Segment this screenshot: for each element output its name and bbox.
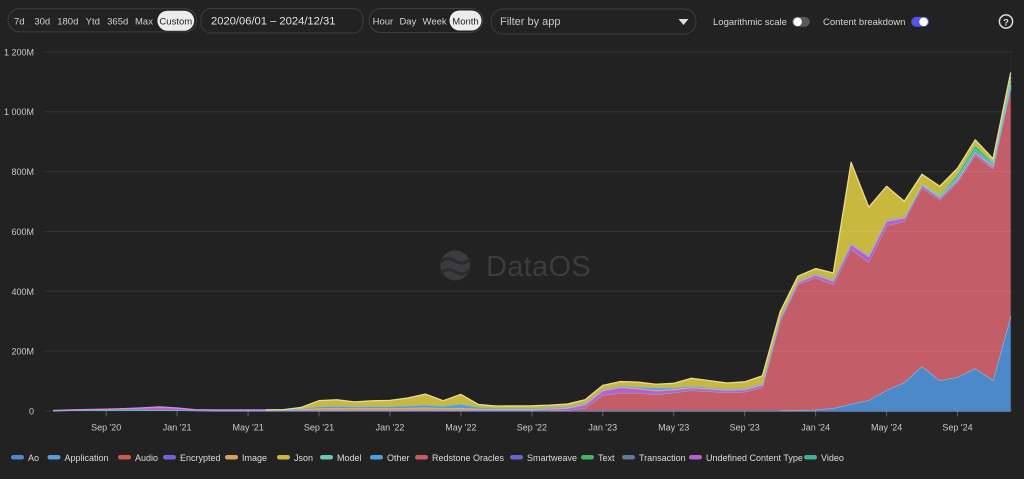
- svg-text:Day: Day: [399, 17, 416, 28]
- svg-text:Json: Json: [294, 453, 313, 463]
- svg-text:Logarithmic scale: Logarithmic scale: [713, 17, 787, 28]
- svg-text:200M: 200M: [11, 347, 34, 357]
- svg-text:Other: Other: [387, 453, 410, 463]
- svg-text:Model: Model: [337, 453, 362, 463]
- svg-text:1 200M: 1 200M: [4, 47, 34, 57]
- svg-text:Ytd: Ytd: [86, 17, 100, 28]
- svg-text:Jan '22: Jan '22: [376, 423, 405, 433]
- svg-text:180d: 180d: [57, 17, 78, 28]
- svg-text:Sep '24: Sep '24: [942, 423, 972, 433]
- svg-text:Hour: Hour: [373, 17, 394, 28]
- svg-text:Custom: Custom: [159, 16, 192, 27]
- svg-text:Video: Video: [821, 453, 844, 463]
- svg-text:May '21: May '21: [232, 423, 263, 433]
- svg-text:365d: 365d: [107, 17, 128, 28]
- svg-text:2020/06/01 – 2024/12/31: 2020/06/01 – 2024/12/31: [211, 16, 335, 28]
- svg-text:Jan '21: Jan '21: [163, 423, 192, 433]
- svg-text:1 000M: 1 000M: [4, 107, 34, 117]
- svg-text:Sep '23: Sep '23: [730, 423, 760, 433]
- svg-text:Sep '21: Sep '21: [304, 423, 334, 433]
- svg-text:Month: Month: [452, 16, 478, 27]
- svg-text:May '22: May '22: [445, 423, 476, 433]
- svg-text:0: 0: [29, 407, 34, 417]
- svg-text:Encrypted: Encrypted: [180, 453, 221, 463]
- svg-text:Content breakdown: Content breakdown: [823, 17, 905, 28]
- svg-text:Smartweave: Smartweave: [527, 453, 577, 463]
- svg-text:Sep '22: Sep '22: [517, 423, 547, 433]
- svg-text:7d: 7d: [14, 17, 25, 28]
- svg-text:Image: Image: [242, 453, 267, 463]
- svg-text:Week: Week: [423, 17, 447, 28]
- svg-text:Audio: Audio: [135, 453, 158, 463]
- svg-text:May '24: May '24: [871, 423, 902, 433]
- svg-text:DataOS: DataOS: [486, 251, 591, 283]
- svg-text:600M: 600M: [11, 227, 34, 237]
- svg-text:Sep '20: Sep '20: [91, 423, 121, 433]
- svg-text:Redstone Oracles: Redstone Oracles: [432, 453, 505, 463]
- svg-text:Undefined Content Type: Undefined Content Type: [706, 453, 803, 463]
- svg-text:Transaction: Transaction: [639, 453, 686, 463]
- svg-text:Filter by app: Filter by app: [500, 16, 561, 28]
- svg-text:30d: 30d: [34, 17, 50, 28]
- svg-text:Ao: Ao: [28, 453, 39, 463]
- svg-text:800M: 800M: [11, 167, 34, 177]
- svg-text:Application: Application: [65, 453, 109, 463]
- svg-text:?: ?: [1003, 17, 1009, 28]
- svg-text:Jan '23: Jan '23: [588, 423, 617, 433]
- svg-text:Jan '24: Jan '24: [801, 423, 830, 433]
- svg-text:400M: 400M: [11, 287, 34, 297]
- svg-text:Text: Text: [598, 453, 615, 463]
- svg-text:Max: Max: [135, 17, 153, 28]
- svg-text:May '23: May '23: [658, 423, 689, 433]
